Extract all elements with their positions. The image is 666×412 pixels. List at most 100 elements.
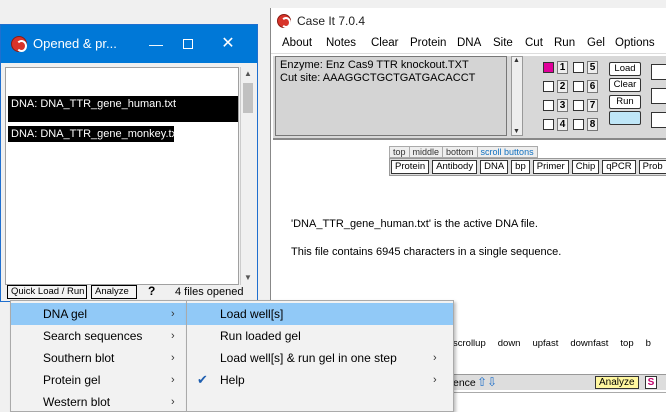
top-button[interactable]: top [620,338,633,352]
opened-files-list[interactable]: DNA: DNA_TTR_gene_human.txt DNA: DNA_TTR… [5,67,239,285]
menu-dna[interactable]: DNA [457,37,481,49]
menu-item-load-and-run[interactable]: Load well[s] & run gel in one step › [187,347,453,369]
menu-item-label: Load well[s] & run gel in one step [220,351,397,365]
up-down-arrows-icon[interactable]: ⇧⇩ [477,375,497,389]
chevron-right-icon: › [171,308,175,320]
scroll-up-arrow-icon[interactable]: ▲ [241,67,255,81]
tab-bottom[interactable]: bottom [443,147,478,157]
tool-bp-button[interactable]: bp [511,160,530,174]
lane-5-checkbox[interactable] [573,62,584,73]
side-panel-box-3[interactable] [651,112,666,128]
tool-protein-button[interactable]: Protein [391,160,430,174]
quick-load-run-button[interactable]: Quick Load / Run [7,285,87,299]
menu-item-dna-gel[interactable]: DNA gel › [11,303,187,325]
lane-4-checkbox[interactable] [543,119,554,130]
bottom-button[interactable]: b [646,338,651,352]
case-it-titlebar[interactable]: Case It 7.0.4 [271,8,666,34]
active-file-message: 'DNA_TTR_gene_human.txt' is the active D… [291,218,538,230]
load-button[interactable]: Load [609,62,641,76]
menu-item-load-wells[interactable]: Load well[s] [187,303,453,325]
scroll-thumb[interactable] [243,83,253,113]
file-item-monkey[interactable]: DNA: DNA_TTR_gene_monkey.txt [8,126,180,142]
side-panel-box-2[interactable] [651,88,666,104]
lane-2-toggle[interactable]: 2 [543,80,568,94]
analyze-button[interactable]: Analyze [91,285,137,299]
close-icon[interactable]: ✕ [217,33,239,55]
scroll-buttons-row: scrollup down upfast downfast top b [453,338,666,352]
tool-toolbar: Protein Antibody DNA bp Primer Chip qPCR… [389,158,666,176]
characters-message: This file contains 6945 characters in a … [291,246,562,258]
lane-3-toggle[interactable]: 3 [543,99,568,113]
lane-7-checkbox[interactable] [573,100,584,111]
downfast-button[interactable]: downfast [570,338,608,352]
clear-button[interactable]: Clear [609,78,641,92]
gel-type-menu: DNA gel › Search sequences › Southern bl… [10,300,188,412]
lane-6-checkbox[interactable] [573,81,584,92]
tab-top[interactable]: top [390,147,410,157]
lane-1-toggle[interactable]: 1 [543,61,568,75]
menu-site[interactable]: Site [493,37,513,49]
lane-5-toggle[interactable]: 5 [573,61,598,75]
menu-item-help[interactable]: ✔ Help › [187,369,453,391]
menu-clear[interactable]: Clear [371,37,398,49]
menu-cut[interactable]: Cut [525,37,543,49]
menu-item-run-loaded-gel[interactable]: Run loaded gel [187,325,453,347]
side-panel-box-1[interactable] [651,64,666,80]
lane-8-toggle[interactable]: 8 [573,118,598,132]
lane-3-checkbox[interactable] [543,100,554,111]
chevron-right-icon: › [171,374,175,386]
menu-about[interactable]: About [282,37,312,49]
tool-antibody-button[interactable]: Antibody [432,160,478,174]
info-scrollbar[interactable] [511,56,523,136]
lane-4-toggle[interactable]: 4 [543,118,568,132]
lane-4-number: 4 [557,118,568,131]
menu-item-search-sequences[interactable]: Search sequences › [11,325,187,347]
case-it-app-icon [277,14,291,28]
menu-item-protein-gel[interactable]: Protein gel › [11,369,187,391]
menu-protein[interactable]: Protein [410,37,446,49]
tab-scroll-buttons[interactable]: scroll buttons [478,147,537,157]
scrolldown-button[interactable]: down [498,338,521,352]
info-panel: Enzyme: Enz Cas9 TTR knockout.TXT Cut si… [273,56,666,140]
maximize-icon[interactable] [177,33,199,55]
help-question-icon[interactable]: ? [148,284,155,298]
menu-item-label: Protein gel [43,373,101,387]
window-title: Opened & pr... [33,36,117,51]
lane-1-checkbox[interactable] [543,62,554,73]
desktop: Opened & pr... — ✕ DNA: DNA_TTR_gene_hum… [0,0,666,412]
minimize-icon[interactable]: — [145,33,167,55]
files-opened-count: 4 files opened [175,286,244,298]
file-item-human[interactable]: DNA: DNA_TTR_gene_human.txt [8,96,238,122]
chevron-right-icon: › [433,352,437,364]
lane-6-toggle[interactable]: 6 [573,80,598,94]
menu-item-southern-blot[interactable]: Southern blot › [11,347,187,369]
menu-options[interactable]: Options [615,37,655,49]
tool-dna-button[interactable]: DNA [480,160,509,174]
lane-6-number: 6 [587,80,598,93]
scrollup-button[interactable]: scrollup [453,338,486,352]
s-button[interactable]: S [645,376,657,389]
menu-item-western-blot[interactable]: Western blot › [11,391,187,412]
tool-chip-button[interactable]: Chip [571,160,600,174]
tab-middle[interactable]: middle [410,147,444,157]
opened-files-titlebar[interactable]: Opened & pr... — ✕ [1,25,257,63]
gel-color-swatch[interactable] [609,111,641,125]
file-list-scrollbar[interactable]: ▲ ▼ [240,67,254,285]
sequence-analyze-button[interactable]: Analyze [595,376,639,389]
run-button[interactable]: Run [609,95,641,109]
chevron-right-icon: › [171,396,175,408]
tool-probe-button[interactable]: Prob [638,160,666,174]
lane-8-checkbox[interactable] [573,119,584,130]
lane-2-checkbox[interactable] [543,81,554,92]
menu-run[interactable]: Run [554,37,575,49]
tool-qpcr-button[interactable]: qPCR [602,160,636,174]
lane-7-toggle[interactable]: 7 [573,99,598,113]
upfast-button[interactable]: upfast [532,338,558,352]
enzyme-info-box: Enzyme: Enz Cas9 TTR knockout.TXT Cut si… [275,56,507,136]
menu-gel[interactable]: Gel [587,37,605,49]
enzyme-line: Enzyme: Enz Cas9 TTR knockout.TXT [280,59,469,71]
case-it-title: Case It 7.0.4 [297,14,366,28]
sequence-label: ence [453,377,476,389]
menu-notes[interactable]: Notes [326,37,356,49]
tool-primer-button[interactable]: Primer [532,160,569,174]
